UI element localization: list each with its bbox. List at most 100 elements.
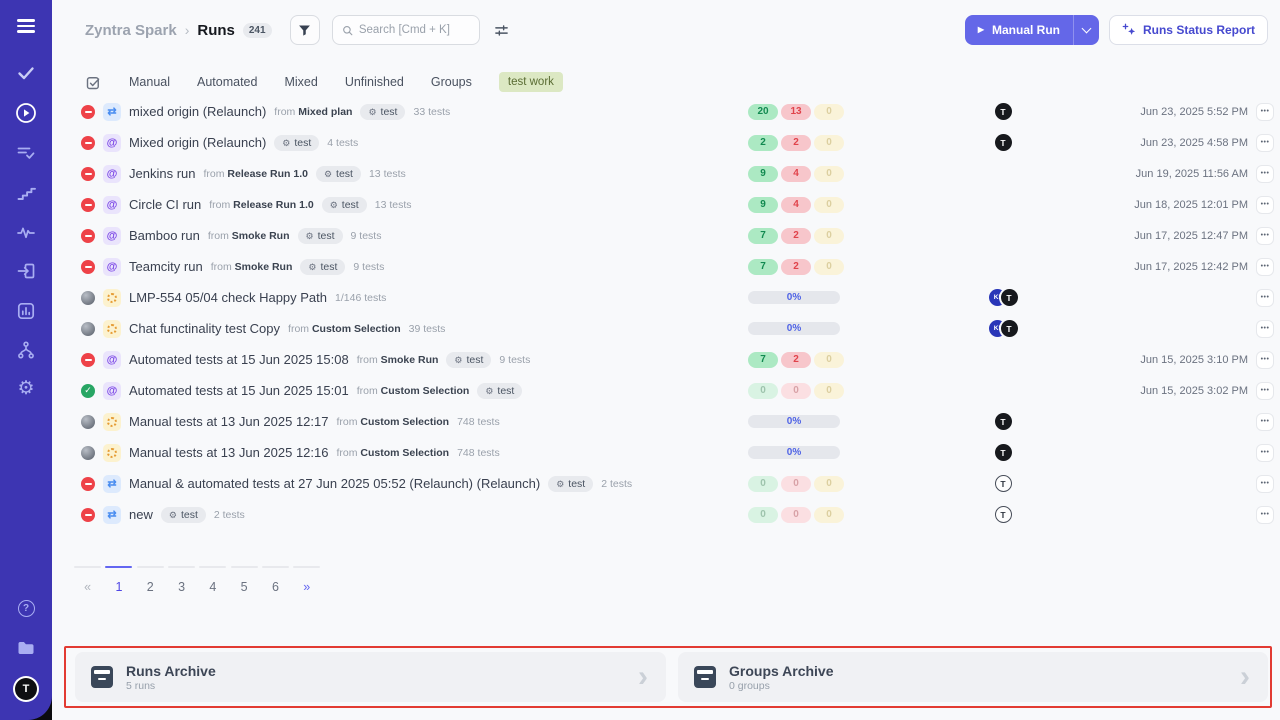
run-row[interactable]: @Bamboo runfrom Smoke Run⚙test9 tests720… (52, 220, 1280, 251)
run-row[interactable]: @Jenkins runfrom Release Run 1.0⚙test13 … (52, 158, 1280, 189)
tab-mixed[interactable]: Mixed (284, 75, 317, 89)
run-source: from Custom Selection (357, 385, 470, 397)
row-menu-button[interactable]: ••• (1256, 196, 1274, 214)
run-row[interactable]: Manual tests at 13 Jun 2025 12:16from Cu… (52, 437, 1280, 468)
manual-run-button[interactable]: ▶ Manual Run (965, 15, 1073, 45)
sidebar-item-integrations[interactable] (0, 340, 52, 360)
run-row[interactable]: LMP-554 05/04 check Happy Path1/146 test… (52, 282, 1280, 313)
page-4[interactable]: 4 (197, 566, 228, 594)
result-column: 940 (748, 197, 893, 213)
row-menu-button[interactable]: ••• (1256, 289, 1274, 307)
search-input[interactable] (359, 24, 470, 36)
tab-unfinished[interactable]: Unfinished (345, 75, 404, 89)
gear-icon: ⚙ (17, 379, 34, 398)
run-row[interactable]: Manual tests at 13 Jun 2025 12:17from Cu… (52, 406, 1280, 437)
failed-status-icon (81, 508, 95, 522)
run-main: @Jenkins runfrom Release Run 1.0⚙test13 … (81, 165, 406, 183)
row-menu-button[interactable]: ••• (1256, 506, 1274, 524)
filter-button[interactable] (290, 15, 320, 45)
passed-count-chip: 2 (748, 135, 778, 151)
row-menu-button[interactable]: ••• (1256, 258, 1274, 276)
run-date: Jun 23, 2025 4:58 PM (1140, 137, 1248, 149)
spinner-glyph (107, 324, 117, 334)
sidebar-item-milestones[interactable] (0, 183, 52, 203)
run-row[interactable]: @Automated tests at 15 Jun 2025 15:01fro… (52, 375, 1280, 406)
run-row[interactable]: @Mixed origin (Relaunch)⚙test4 tests220T… (52, 127, 1280, 158)
run-row[interactable]: ⇄mixed origin (Relaunch)from Mixed plan⚙… (52, 96, 1280, 127)
page-next[interactable]: » (291, 566, 322, 594)
run-row[interactable]: @Circle CI runfrom Release Run 1.0⚙test1… (52, 189, 1280, 220)
run-row[interactable]: Chat functinality test Copyfrom Custom S… (52, 313, 1280, 344)
run-main: ⇄Manual & automated tests at 27 Jun 2025… (81, 475, 632, 493)
gear-icon: ⚙ (368, 107, 376, 117)
sidebar-item-activity[interactable] (0, 222, 52, 242)
sidebar-item-results[interactable] (0, 143, 52, 163)
result-chips: 220 (748, 135, 844, 151)
from-label: from (209, 199, 233, 211)
tests-count: 2 tests (601, 478, 632, 490)
avatar: T (995, 413, 1012, 430)
sidebar-item-help[interactable]: ? (0, 600, 52, 617)
row-menu-button[interactable]: ••• (1256, 103, 1274, 121)
tab-groups[interactable]: Groups (431, 75, 472, 89)
manual-run-dropdown[interactable] (1073, 15, 1099, 45)
run-row[interactable]: ⇄Manual & automated tests at 27 Jun 2025… (52, 468, 1280, 499)
sidebar-item-reports[interactable] (0, 301, 52, 321)
failed-count-chip: 4 (781, 166, 811, 182)
tests-count: 9 tests (353, 261, 384, 273)
runs-list: ⇄mixed origin (Relaunch)from Mixed plan⚙… (52, 96, 1280, 530)
page-label: 6 (272, 580, 279, 594)
result-chips: 720 (748, 352, 844, 368)
run-name: Automated tests at 15 Jun 2025 15:08 (129, 352, 349, 367)
sidebar-item-tests[interactable] (0, 63, 52, 83)
page-label: 4 (209, 580, 216, 594)
page-1[interactable]: 1 (103, 566, 134, 594)
sidebar-item-projects[interactable] (0, 638, 52, 658)
row-menu-button[interactable]: ••• (1256, 413, 1274, 431)
groups-archive-card[interactable]: Groups Archive 0 groups › (678, 652, 1268, 702)
test-type-badge: ⚙test (446, 352, 491, 368)
tab-automated[interactable]: Automated (197, 75, 257, 89)
run-row[interactable]: ⇄new⚙test2 tests000T••• (52, 499, 1280, 530)
result-chips: 940 (748, 197, 844, 213)
sidebar-item-runs[interactable] (0, 102, 52, 124)
run-name: Mixed origin (Relaunch) (129, 135, 266, 150)
environment-tag[interactable]: test work (499, 72, 563, 92)
page-2[interactable]: 2 (135, 566, 166, 594)
runs-status-report-button[interactable]: Runs Status Report (1109, 15, 1268, 45)
row-menu-button[interactable]: ••• (1256, 382, 1274, 400)
runs-archive-card[interactable]: Runs Archive 5 runs › (75, 652, 666, 702)
row-menu-button[interactable]: ••• (1256, 134, 1274, 152)
run-row[interactable]: @Teamcity runfrom Smoke Run⚙test9 tests7… (52, 251, 1280, 282)
row-menu-button[interactable]: ••• (1256, 320, 1274, 338)
run-row[interactable]: @Automated tests at 15 Jun 2025 15:08fro… (52, 344, 1280, 375)
failed-count-chip: 0 (781, 507, 811, 523)
test-type-badge: ⚙test (161, 507, 206, 523)
sidebar-item-settings[interactable]: ⚙ (0, 379, 52, 398)
page-6[interactable]: 6 (260, 566, 291, 594)
row-menu-button[interactable]: ••• (1256, 444, 1274, 462)
row-menu-button[interactable]: ••• (1256, 227, 1274, 245)
sidebar-item-requirements[interactable] (0, 261, 52, 281)
menu-icon[interactable] (0, 19, 52, 33)
page-label: » (303, 580, 310, 594)
view-settings-button[interactable] (494, 23, 509, 38)
row-menu-button[interactable]: ••• (1256, 475, 1274, 493)
page-5[interactable]: 5 (228, 566, 259, 594)
run-date: Jun 17, 2025 12:42 PM (1134, 261, 1248, 273)
breadcrumb-separator: › (185, 22, 190, 38)
row-menu-button[interactable]: ••• (1256, 165, 1274, 183)
tab-manual[interactable]: Manual (129, 75, 170, 89)
workspace-avatar[interactable]: T (0, 678, 52, 700)
run-source: from Mixed plan (274, 106, 352, 118)
breadcrumb-project[interactable]: Zyntra Spark (85, 22, 177, 39)
source-name: Custom Selection (360, 447, 449, 459)
passed-count-chip: 7 (748, 259, 778, 275)
archive-box-icon (91, 666, 113, 688)
search-box (332, 15, 480, 45)
passed-count-chip: 9 (748, 166, 778, 182)
row-menu-button[interactable]: ••• (1256, 351, 1274, 369)
page-3[interactable]: 3 (166, 566, 197, 594)
failed-status-icon (81, 167, 95, 181)
page-prev[interactable]: « (72, 566, 103, 594)
